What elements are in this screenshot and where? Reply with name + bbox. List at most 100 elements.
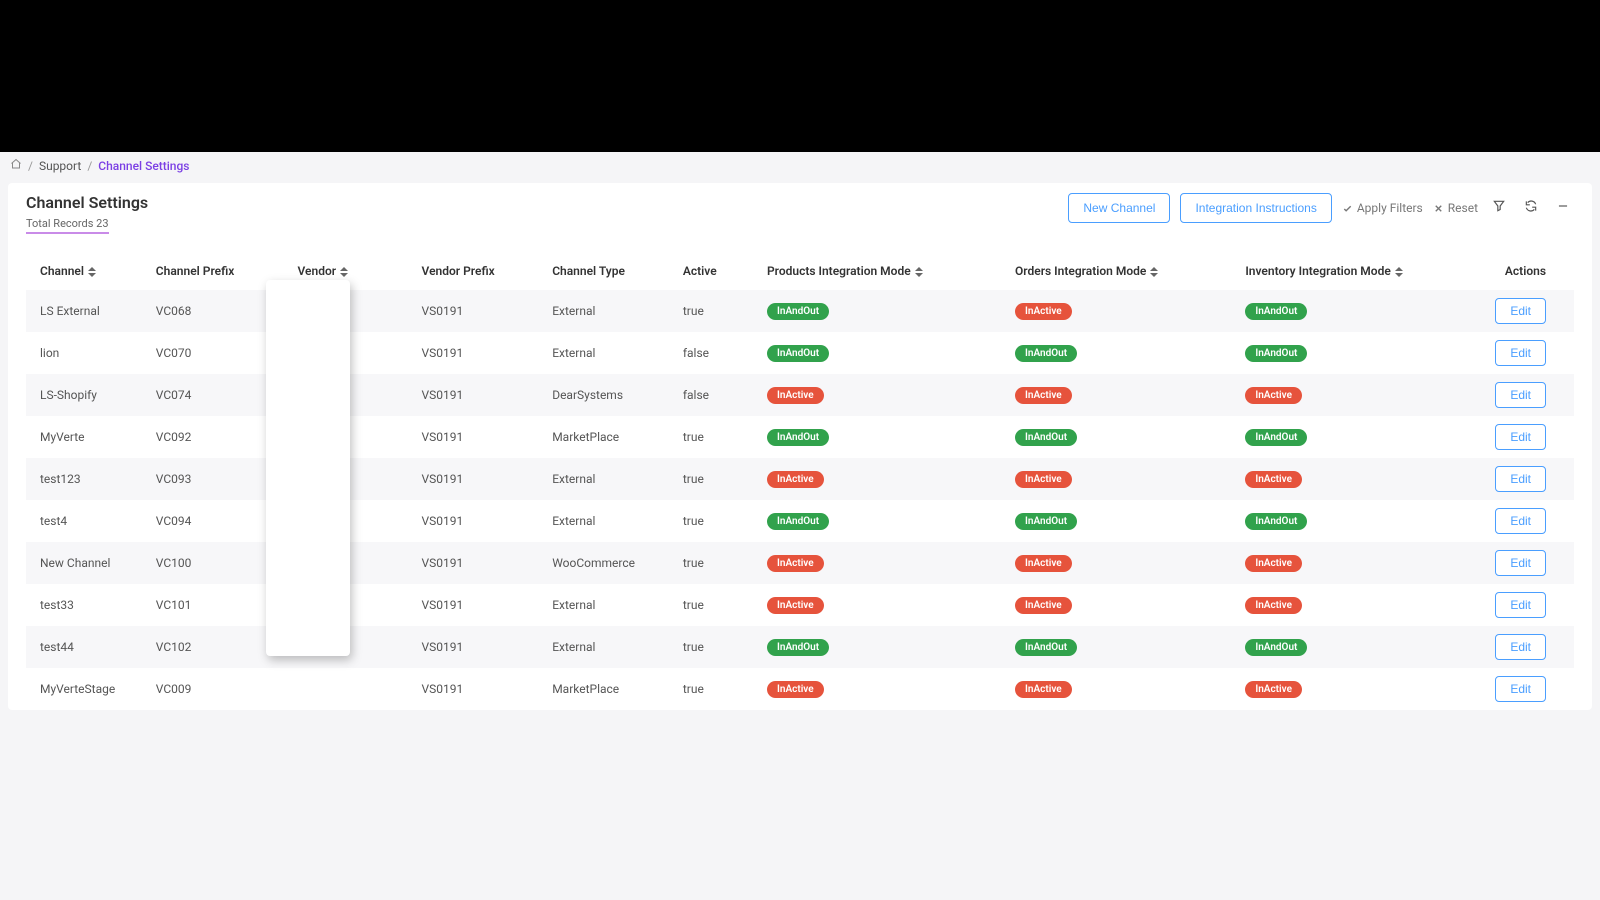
col-channel[interactable]: Channel (26, 244, 148, 290)
integration-instructions-button[interactable]: Integration Instructions (1180, 193, 1331, 223)
filter-icon[interactable] (1488, 199, 1510, 217)
table-row: test4VC094VS0191ExternaltrueInAndOutInAn… (26, 500, 1574, 542)
sort-icon (1395, 267, 1403, 277)
table-row: New ChannelVC100VS0191WooCommercetrueInA… (26, 542, 1574, 584)
minimize-icon[interactable] (1552, 199, 1574, 217)
status-badge: InAndOut (1015, 345, 1077, 362)
cell-actions: Edit (1468, 332, 1574, 374)
cell-channel: MyVerteStage (26, 668, 148, 710)
edit-button[interactable]: Edit (1495, 382, 1546, 408)
edit-button[interactable]: Edit (1495, 592, 1546, 618)
sort-icon (88, 267, 96, 277)
status-badge: InActive (767, 555, 824, 572)
col-vendor-prefix[interactable]: Vendor Prefix (414, 244, 545, 290)
breadcrumb-separator: / (28, 159, 33, 173)
status-badge: InActive (767, 597, 824, 614)
apply-filters-label: Apply Filters (1357, 201, 1423, 215)
cell-inventory: InAndOut (1237, 290, 1467, 332)
cell-orders: InActive (1007, 374, 1237, 416)
breadcrumb-support[interactable]: Support (39, 159, 81, 173)
status-badge: InActive (1015, 471, 1072, 488)
record-count: Total Records 23 (26, 217, 109, 234)
cell-active: true (675, 584, 759, 626)
col-orders-mode[interactable]: Orders Integration Mode (1007, 244, 1237, 290)
table-row: LS ExternalVC068VS0191ExternaltrueInAndO… (26, 290, 1574, 332)
cell-inventory: InAndOut (1237, 500, 1467, 542)
edit-button[interactable]: Edit (1495, 550, 1546, 576)
cell-orders: InActive (1007, 584, 1237, 626)
refresh-icon[interactable] (1520, 199, 1542, 217)
vendor-dropdown-popup[interactable] (266, 280, 350, 656)
cell-products: InActive (759, 584, 1007, 626)
status-badge: InActive (1015, 681, 1072, 698)
sort-icon (915, 267, 923, 277)
status-badge: InAndOut (1245, 345, 1307, 362)
cell-type: External (544, 500, 675, 542)
cell-type: MarketPlace (544, 668, 675, 710)
cell-orders: InAndOut (1007, 500, 1237, 542)
cell-products: InActive (759, 458, 1007, 500)
channels-table: Channel Channel Prefix Vendor Vendor Pre… (26, 244, 1574, 710)
cell-orders: InActive (1007, 542, 1237, 584)
cell-vendor-prefix: VS0191 (414, 626, 545, 668)
reset-label: Reset (1448, 201, 1478, 215)
col-products-mode[interactable]: Products Integration Mode (759, 244, 1007, 290)
cell-products: InAndOut (759, 416, 1007, 458)
sort-icon (1150, 267, 1158, 277)
cell-type: External (544, 584, 675, 626)
status-badge: InAndOut (767, 639, 829, 656)
col-inventory-mode[interactable]: Inventory Integration Mode (1237, 244, 1467, 290)
table-row: LS-ShopifyVC074VS0191DearSystemsfalseInA… (26, 374, 1574, 416)
edit-button[interactable]: Edit (1495, 424, 1546, 450)
edit-button[interactable]: Edit (1495, 466, 1546, 492)
cell-actions: Edit (1468, 500, 1574, 542)
cell-inventory: InActive (1237, 542, 1467, 584)
status-badge: InAndOut (1245, 303, 1307, 320)
breadcrumb-separator: / (87, 159, 92, 173)
reset-button[interactable]: Reset (1433, 201, 1478, 215)
cell-vendor-prefix: VS0191 (414, 584, 545, 626)
cell-orders: InActive (1007, 458, 1237, 500)
new-channel-button[interactable]: New Channel (1068, 193, 1170, 223)
edit-button[interactable]: Edit (1495, 508, 1546, 534)
table-row: test44VC102VS0191ExternaltrueInAndOutInA… (26, 626, 1574, 668)
col-channel-type[interactable]: Channel Type (544, 244, 675, 290)
apply-filters-button[interactable]: Apply Filters (1342, 201, 1423, 215)
col-actions: Actions (1468, 244, 1574, 290)
cell-active: true (675, 626, 759, 668)
cell-products: InAndOut (759, 332, 1007, 374)
cell-products: InAndOut (759, 290, 1007, 332)
status-badge: InActive (1245, 597, 1302, 614)
cell-channel: test4 (26, 500, 148, 542)
page-title: Channel Settings (26, 193, 148, 212)
status-badge: InActive (1015, 555, 1072, 572)
edit-button[interactable]: Edit (1495, 340, 1546, 366)
breadcrumb-current: Channel Settings (98, 159, 189, 173)
edit-button[interactable]: Edit (1495, 298, 1546, 324)
cell-active: true (675, 542, 759, 584)
status-badge: InAndOut (1245, 513, 1307, 530)
cell-type: WooCommerce (544, 542, 675, 584)
breadcrumb: / Support / Channel Settings (0, 152, 1600, 179)
table-row: test123VC093VS0191ExternaltrueInActiveIn… (26, 458, 1574, 500)
cell-actions: Edit (1468, 542, 1574, 584)
table-row: MyVerteStageVC009VS0191MarketPlacetrueIn… (26, 668, 1574, 710)
home-icon[interactable] (10, 158, 22, 173)
edit-button[interactable]: Edit (1495, 634, 1546, 660)
cell-actions: Edit (1468, 290, 1574, 332)
col-active[interactable]: Active (675, 244, 759, 290)
cell-vendor-prefix: VS0191 (414, 416, 545, 458)
edit-button[interactable]: Edit (1495, 676, 1546, 702)
cell-orders: InAndOut (1007, 626, 1237, 668)
cell-vendor-prefix: VS0191 (414, 668, 545, 710)
cell-prefix: VC009 (148, 668, 290, 710)
cell-vendor-prefix: VS0191 (414, 290, 545, 332)
cell-vendor-prefix: VS0191 (414, 332, 545, 374)
status-badge: InAndOut (1245, 639, 1307, 656)
status-badge: InAndOut (1245, 429, 1307, 446)
cell-products: InActive (759, 542, 1007, 584)
status-badge: InActive (1245, 555, 1302, 572)
status-badge: InActive (1245, 471, 1302, 488)
cell-inventory: InAndOut (1237, 416, 1467, 458)
cell-actions: Edit (1468, 668, 1574, 710)
